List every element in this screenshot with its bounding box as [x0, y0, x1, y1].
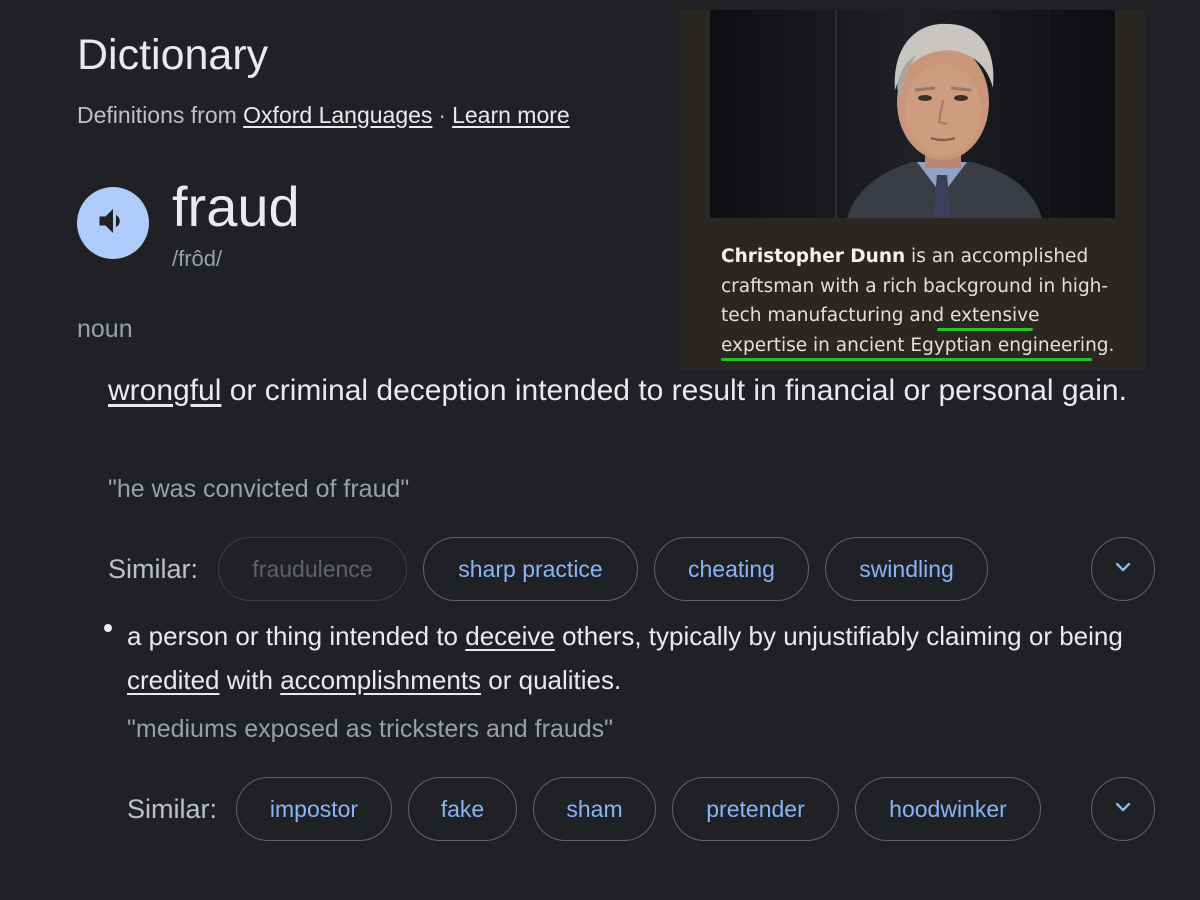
similar-chip-fake[interactable]: fake	[408, 777, 517, 841]
definition-2-text-b: others, typically by unjustifiably claim…	[554, 621, 1123, 651]
definition-2-text-c: with	[219, 665, 281, 695]
dictionary-title: Dictionary	[77, 31, 269, 79]
overlay-image-panel: Christopher Dunn is an accomplished craf…	[680, 10, 1145, 370]
caption-line-3: tech manufacturing and	[721, 305, 951, 326]
caption-line-1: is an accomplished	[905, 246, 1089, 267]
link-accomplishments[interactable]: accomplishments	[280, 665, 481, 695]
part-of-speech: noun	[77, 315, 133, 343]
volume-icon	[95, 203, 131, 244]
learn-more-link[interactable]: Learn more	[452, 102, 570, 128]
green-underline-2	[721, 358, 1092, 361]
bullet-dot	[104, 624, 112, 632]
chevron-down-icon	[1111, 795, 1135, 824]
link-wrongful[interactable]: wrongful	[108, 374, 221, 407]
definition-1-text: or criminal deception intended to result…	[221, 374, 1127, 407]
portrait-photo	[710, 10, 1115, 218]
separator: ·	[438, 102, 447, 128]
definition-2: a person or thing intended to deceive ot…	[127, 614, 1137, 702]
caption-highlight-2: expertise in ancient Egyptian engineerin…	[721, 334, 1115, 356]
similar-chip-hoodwinker[interactable]: hoodwinker	[855, 777, 1041, 841]
source-prefix: Definitions from	[77, 102, 237, 128]
caption-highlight-1: extensive	[950, 305, 1040, 326]
pronunciation-audio-button[interactable]	[77, 187, 149, 259]
definition-2-text-a: a person or thing intended to	[127, 621, 466, 651]
definitions-source: Definitions from Oxford Languages · Learn …	[77, 100, 570, 130]
example-2: "mediums exposed as tricksters and fraud…	[127, 715, 614, 743]
caption-line-2: craftsman with a rich background in high…	[721, 275, 1109, 297]
expand-similar-button-1[interactable]	[1091, 537, 1155, 601]
overlay-caption: Christopher Dunn is an accomplished craf…	[721, 242, 1121, 360]
link-deceive[interactable]: deceive	[465, 621, 555, 651]
similar-chip-fraudulence: fraudulence	[218, 537, 407, 601]
similar-label-2: Similar:	[127, 794, 218, 824]
link-credited[interactable]: credited	[127, 665, 220, 695]
example-1: "he was convicted of fraud"	[108, 475, 410, 503]
similar-chip-pretender[interactable]: pretender	[672, 777, 839, 841]
person-name: Christopher Dunn	[721, 246, 906, 267]
portrait-figure	[847, 23, 1042, 218]
similar-chip-sham[interactable]: sham	[533, 777, 656, 841]
similar-chip-swindling[interactable]: swindling	[825, 537, 988, 601]
definition-2-text-d: or qualities.	[481, 665, 622, 695]
similar-label-1: Similar:	[108, 554, 199, 584]
oxford-languages-link[interactable]: Oxford Languages	[243, 102, 432, 128]
similar-chip-impostor[interactable]: impostor	[236, 777, 392, 841]
headword: fraud	[172, 175, 300, 238]
green-underline-1	[937, 328, 1033, 331]
pronunciation: /frôd/	[172, 246, 223, 271]
chevron-down-icon	[1111, 555, 1135, 584]
photo-frame-edge	[1048, 10, 1050, 218]
similar-chip-cheating[interactable]: cheating	[654, 537, 809, 601]
definition-1: wrongful or criminal deception intended …	[108, 367, 1138, 415]
similar-chip-sharp-practice[interactable]: sharp practice	[423, 537, 638, 601]
expand-similar-button-2[interactable]	[1091, 777, 1155, 841]
